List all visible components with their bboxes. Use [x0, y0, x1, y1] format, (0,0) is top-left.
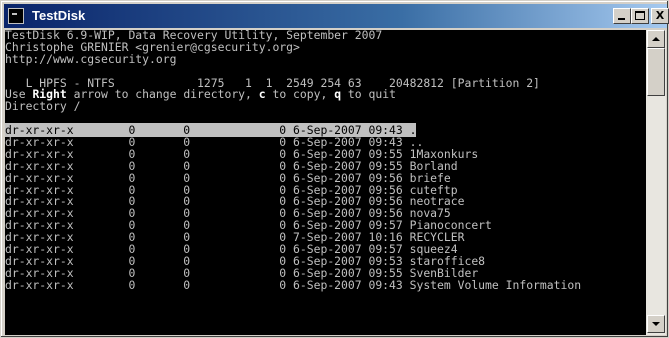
- key-copy: c: [258, 87, 266, 102]
- arrow-up-icon: [652, 37, 660, 41]
- arrow-down-icon: [652, 322, 660, 326]
- close-icon: X: [655, 9, 665, 22]
- instructions-line: Use Right arrow to change directory, c t…: [5, 89, 646, 101]
- entry-text: dr-xr-xr-x 0 0 0 6-Sep-2007 09:43 System…: [5, 277, 582, 292]
- directory-listing: dr-xr-xr-x 0 0 0 6-Sep-2007 09:43 . dr-xr…: [5, 123, 646, 292]
- instructions-text: to copy,: [265, 87, 335, 102]
- instructions-text: to quit: [341, 87, 396, 102]
- directory-entry[interactable]: dr-xr-xr-x 0 0 0 6-Sep-2007 09:43 System…: [5, 277, 646, 292]
- window-title: TestDisk: [32, 8, 86, 23]
- scroll-down-button[interactable]: [647, 315, 665, 333]
- close-button[interactable]: X: [651, 8, 669, 24]
- scroll-up-button[interactable]: [647, 30, 665, 48]
- vertical-scrollbar[interactable]: [646, 30, 666, 335]
- scrollbar-thumb[interactable]: [647, 48, 665, 96]
- header-line: http://www.cgsecurity.org: [5, 51, 177, 66]
- console-area[interactable]: TestDisk 6.9-WIP, Data Recovery Utility,…: [5, 30, 646, 335]
- minimize-button[interactable]: [613, 8, 631, 24]
- minimize-icon: [618, 18, 625, 20]
- console-output: TestDisk 6.9-WIP, Data Recovery Utility,…: [5, 30, 646, 292]
- directory-line: Directory /: [5, 99, 81, 114]
- instructions-text: arrow to change directory,: [66, 87, 259, 102]
- title-bar[interactable]: TestDisk X: [4, 4, 669, 28]
- maximize-button[interactable]: [631, 8, 649, 24]
- testdisk-window: TestDisk X TestDisk 6.9-WIP, Data Recove…: [0, 0, 669, 338]
- maximize-icon: [635, 11, 645, 20]
- console-icon: [8, 8, 24, 24]
